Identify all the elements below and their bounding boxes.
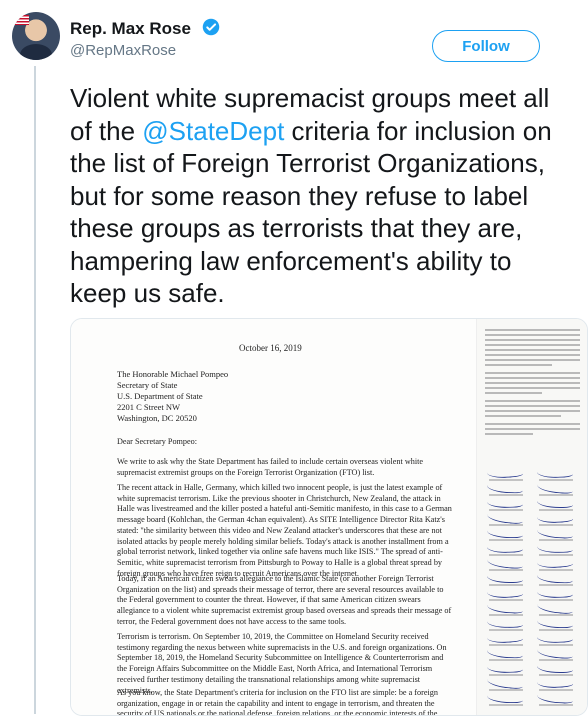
author-name[interactable]: Rep. Max Rose (70, 19, 191, 38)
signature (536, 675, 574, 690)
address-line: Washington, DC 20520 (117, 413, 197, 423)
signature (536, 466, 574, 479)
signature-caption (489, 614, 523, 616)
signature (536, 586, 574, 599)
author-handle[interactable]: @RepMaxRose (70, 42, 176, 59)
signature (536, 480, 574, 495)
signature (536, 555, 574, 570)
signature-caption (539, 524, 573, 526)
address-line: The Honorable Michael Pompeo (117, 369, 229, 379)
signature (536, 616, 574, 629)
signature-page (476, 319, 587, 715)
signature (486, 496, 524, 509)
signature-caption (489, 539, 523, 541)
tweet-text: Violent white supremacist groups meet al… (70, 82, 570, 310)
signature (487, 572, 523, 583)
signature-caption (489, 584, 523, 586)
follow-button[interactable]: Follow (432, 30, 540, 62)
signature-caption (539, 629, 573, 631)
signature (536, 571, 574, 584)
signature (486, 675, 524, 690)
signature (486, 616, 524, 629)
signature (486, 646, 524, 659)
signature-caption (539, 494, 573, 496)
signature (486, 661, 524, 674)
letter-paragraph: Today, if an American citizen swears all… (117, 574, 452, 626)
signature-caption (539, 539, 573, 541)
thread-line (34, 66, 36, 714)
signature-caption (539, 659, 573, 661)
signature (536, 631, 574, 644)
signature (537, 662, 573, 673)
signature (536, 510, 574, 525)
page-text-lines (485, 329, 580, 438)
letter-paragraph: The recent attack in Halle, Germany, whi… (117, 483, 452, 578)
signature-caption (489, 599, 523, 601)
signature (486, 601, 524, 614)
signature-caption (539, 584, 573, 586)
letter-salutation: Dear Secretary Pompeo: (117, 437, 198, 446)
signature (486, 691, 524, 704)
signature-caption (489, 524, 523, 526)
signature-caption (539, 614, 573, 616)
tweet-image[interactable]: October 16, 2019 The Honorable Michael P… (70, 318, 588, 716)
signature-caption (539, 704, 573, 706)
signature-caption (489, 569, 523, 571)
address-line: 2201 C Street NW (117, 402, 181, 412)
signature-caption (489, 659, 523, 661)
signature (486, 555, 524, 570)
signature (486, 541, 524, 554)
signature-caption (489, 479, 523, 481)
signature-caption (489, 644, 523, 646)
signature (536, 691, 574, 704)
signature (486, 585, 524, 600)
signature (486, 526, 524, 539)
signature-caption (489, 689, 523, 691)
signature-caption (539, 554, 573, 556)
signature-caption (539, 509, 573, 511)
letter-paragraph: Terrorism is terrorism. On September 10,… (117, 632, 447, 695)
signature (537, 497, 573, 508)
author-name-row[interactable]: Rep. Max Rose (70, 18, 220, 39)
flag-pin-icon (15, 15, 29, 25)
signature-caption (539, 689, 573, 691)
letter-paragraph: We write to ask why the State Department… (117, 457, 424, 477)
letter-page: October 16, 2019 The Honorable Michael P… (71, 319, 476, 715)
letter-paragraph: As you know, the State Department's crit… (117, 688, 438, 716)
signature (486, 630, 524, 645)
signature (536, 645, 574, 660)
signature (536, 600, 574, 615)
signature (536, 541, 574, 554)
signature-caption (489, 704, 523, 706)
letter-date: October 16, 2019 (239, 343, 302, 353)
mention-link[interactable]: @StateDept (142, 116, 284, 146)
signature-caption (539, 569, 573, 571)
letter-address: The Honorable Michael Pompeo Secretary o… (117, 369, 228, 424)
avatar[interactable] (12, 12, 60, 60)
signature-caption (489, 494, 523, 496)
address-line: U.S. Department of State (117, 391, 203, 401)
signature (486, 481, 524, 494)
signature-caption (539, 674, 573, 676)
signature (486, 465, 524, 480)
address-line: Secretary of State (117, 380, 178, 390)
signature (486, 510, 524, 525)
signature (536, 526, 574, 539)
signature-caption (489, 629, 523, 631)
verified-badge-icon (202, 18, 219, 36)
